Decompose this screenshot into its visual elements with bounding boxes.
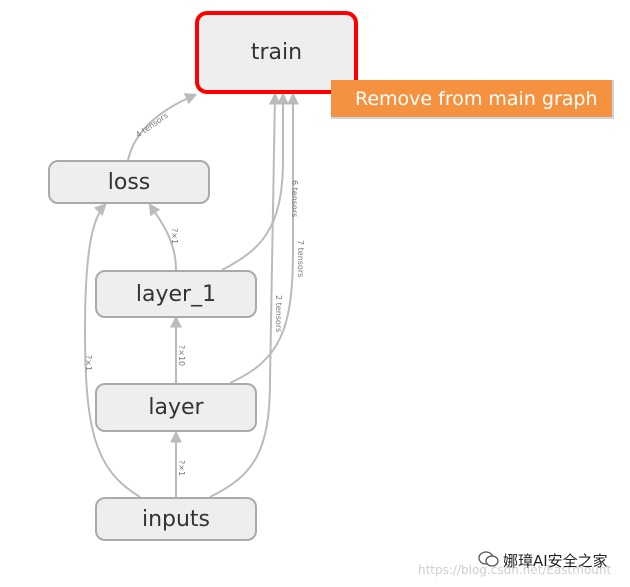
node-layer-1[interactable]: layer_1 [95,270,257,318]
edge-label-loss-train: 4 tensors [134,111,170,140]
edge-label-layer1-train: 6 tensors [290,180,299,217]
node-loss[interactable]: loss [48,160,210,204]
edge-label-layer-layer1: ?×10 [177,345,186,366]
edge-label-layer-train: 7 tensors [296,240,305,277]
remove-from-main-graph-label: Remove from main graph [355,87,598,110]
remove-from-main-graph-menu-item[interactable]: Remove from main graph [331,80,614,119]
edge-loss-train [127,93,198,161]
node-loss-label: loss [107,169,151,195]
node-layer-label: layer [148,395,204,420]
node-inputs-label: inputs [141,506,211,532]
node-layer-1-label: layer_1 [135,281,217,307]
edge-label-inputs-layer: ?×1 [177,460,186,476]
edge-label-inputs-loss: ?×1 [84,355,93,371]
edge-inputs-loss [83,203,141,498]
node-train-label: train [250,40,303,65]
edge-label-inputs-train: 2 tensors [274,295,283,332]
edge-label-layer1-loss: ?×1 [170,228,179,244]
watermark-text: 娜璋AI安全之家 [503,552,608,570]
node-layer[interactable]: layer [95,383,257,432]
node-inputs[interactable]: inputs [95,497,257,541]
